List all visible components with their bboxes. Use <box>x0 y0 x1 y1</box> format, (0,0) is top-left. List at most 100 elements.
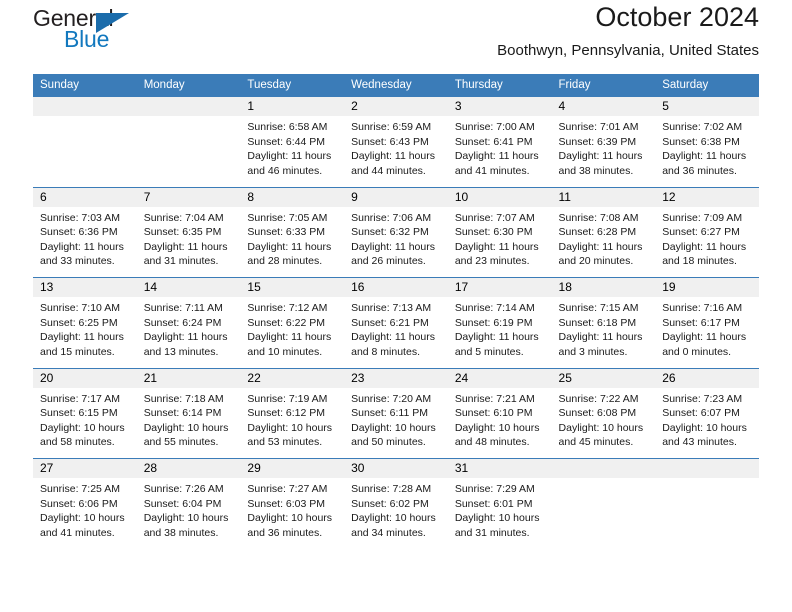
day-number[interactable]: 13 <box>33 277 137 297</box>
day-number[interactable]: 23 <box>344 368 448 388</box>
sunrise-text: Sunrise: 7:06 AM <box>351 211 432 224</box>
daylight-text: Daylight: 10 hours <box>40 512 125 524</box>
day-cell[interactable]: Sunrise: 7:17 AM Sunset: 6:15 PM Daylight:… <box>33 387 137 457</box>
calendar-week-details-row: Sunrise: 6:58 AM Sunset: 6:44 PM Daylight:… <box>33 116 759 185</box>
daylight-text: and 10 minutes. <box>247 345 323 358</box>
daylight-text: and 33 minutes. <box>40 255 115 267</box>
sunset-text: Sunset: 6:11 PM <box>351 407 428 419</box>
day-number[interactable]: 16 <box>344 277 448 297</box>
daylight-text: and 0 minutes. <box>662 345 732 358</box>
daylight-text: and 3 minutes. <box>558 345 628 358</box>
day-number[interactable]: 8 <box>240 187 345 207</box>
day-number[interactable]: 15 <box>240 277 345 297</box>
day-cell[interactable]: Sunrise: 7:19 AM Sunset: 6:12 PM Daylight:… <box>240 387 345 457</box>
sunrise-text: Sunrise: 7:29 AM <box>454 483 535 495</box>
sunset-text: Sunset: 6:12 PM <box>247 407 326 419</box>
day-cell[interactable]: Sunrise: 7:29 AM Sunset: 6:01 PM Daylight:… <box>447 478 552 547</box>
daylight-text: Daylight: 10 hours <box>247 421 333 434</box>
day-cell[interactable]: Sunrise: 7:23 AM Sunset: 6:07 PM Daylight:… <box>655 387 759 457</box>
day-number[interactable]: 31 <box>447 458 552 478</box>
day-cell[interactable]: Sunrise: 7:25 AM Sunset: 6:06 PM Daylight:… <box>33 478 137 547</box>
day-cell[interactable]: Sunrise: 7:26 AM Sunset: 6:04 PM Daylight:… <box>136 478 241 547</box>
calendar-page: General Blue October 2024 Boothwyn, Penn… <box>0 0 792 612</box>
weekday-header-friday: Friday <box>551 74 656 97</box>
sunrise-text: Sunrise: 7:12 AM <box>247 302 328 314</box>
day-number[interactable]: 3 <box>447 97 552 116</box>
sunrise-text: Sunrise: 7:14 AM <box>454 302 535 314</box>
daylight-text: Daylight: 10 hours <box>454 512 540 524</box>
sunset-text: Sunset: 6:08 PM <box>558 407 637 419</box>
daylight-text: Daylight: 11 hours <box>351 331 435 343</box>
day-number-empty <box>655 458 759 478</box>
day-cell[interactable]: Sunrise: 7:13 AM Sunset: 6:21 PM Daylight:… <box>344 297 448 366</box>
brand-logo[interactable]: General Blue <box>33 4 163 60</box>
day-number[interactable]: 20 <box>33 368 137 388</box>
day-cell[interactable]: Sunrise: 7:00 AM Sunset: 6:41 PM Daylight:… <box>447 116 552 185</box>
day-cell[interactable]: Sunrise: 7:18 AM Sunset: 6:14 PM Daylight:… <box>136 387 241 457</box>
day-cell[interactable]: Sunrise: 7:28 AM Sunset: 6:02 PM Daylight:… <box>344 478 448 547</box>
weekday-header-row: Sunday Monday Tuesday Wednesday Thursday… <box>33 74 759 97</box>
day-cell[interactable]: Sunrise: 7:16 AM Sunset: 6:17 PM Daylight:… <box>655 297 759 366</box>
day-number[interactable]: 24 <box>447 368 552 388</box>
day-cell[interactable]: Sunrise: 7:03 AM Sunset: 6:36 PM Daylight:… <box>33 206 137 276</box>
daylight-text: Daylight: 11 hours <box>40 331 124 343</box>
sunset-text: Sunset: 6:27 PM <box>662 226 740 238</box>
weekday-header-monday: Monday <box>136 74 241 97</box>
day-cell[interactable]: Sunrise: 7:02 AM Sunset: 6:38 PM Daylight:… <box>655 116 759 185</box>
day-cell[interactable]: Sunrise: 7:22 AM Sunset: 6:08 PM Daylight:… <box>551 387 656 457</box>
day-cell[interactable]: Sunrise: 7:08 AM Sunset: 6:28 PM Daylight:… <box>551 206 656 276</box>
day-cell[interactable]: Sunrise: 7:04 AM Sunset: 6:35 PM Daylight:… <box>136 206 241 276</box>
day-number[interactable]: 27 <box>33 458 137 478</box>
day-number[interactable]: 22 <box>240 368 345 388</box>
day-cell[interactable]: Sunrise: 7:21 AM Sunset: 6:10 PM Daylight:… <box>447 387 552 457</box>
day-number[interactable]: 7 <box>136 187 241 207</box>
day-cell[interactable]: Sunrise: 6:58 AM Sunset: 6:44 PM Daylight:… <box>240 116 345 185</box>
day-cell[interactable]: Sunrise: 7:06 AM Sunset: 6:32 PM Daylight:… <box>344 206 448 276</box>
daylight-text: Daylight: 11 hours <box>558 240 643 253</box>
sunset-text: Sunset: 6:15 PM <box>40 407 118 419</box>
day-cell[interactable]: Sunrise: 7:10 AM Sunset: 6:25 PM Daylight:… <box>33 297 137 366</box>
daylight-text: Daylight: 11 hours <box>558 150 643 162</box>
day-number[interactable]: 25 <box>551 368 656 388</box>
day-number[interactable]: 2 <box>344 97 448 116</box>
daylight-text: and 46 minutes. <box>247 164 323 177</box>
day-cell[interactable]: Sunrise: 7:20 AM Sunset: 6:11 PM Daylight:… <box>344 387 448 457</box>
day-cell[interactable]: Sunrise: 7:07 AM Sunset: 6:30 PM Daylight:… <box>447 206 552 276</box>
day-cell[interactable]: Sunrise: 7:09 AM Sunset: 6:27 PM Daylight:… <box>655 206 759 276</box>
daylight-text: and 44 minutes. <box>351 164 426 177</box>
day-number[interactable]: 17 <box>447 277 552 297</box>
daylight-text: Daylight: 10 hours <box>454 421 540 434</box>
daylight-text: Daylight: 11 hours <box>454 331 539 343</box>
daylight-text: and 34 minutes. <box>351 526 426 539</box>
sunrise-text: Sunrise: 6:58 AM <box>247 121 328 133</box>
day-number[interactable]: 12 <box>655 187 759 207</box>
day-number[interactable]: 29 <box>240 458 345 478</box>
day-number[interactable]: 18 <box>551 277 656 297</box>
day-cell[interactable]: Sunrise: 6:59 AM Sunset: 6:43 PM Daylight:… <box>344 116 448 185</box>
day-number[interactable]: 28 <box>136 458 241 478</box>
day-cell[interactable]: Sunrise: 7:12 AM Sunset: 6:22 PM Daylight:… <box>240 297 345 366</box>
day-number[interactable]: 14 <box>136 277 241 297</box>
sunset-text: Sunset: 6:41 PM <box>454 135 533 148</box>
sunset-text: Sunset: 6:19 PM <box>454 316 533 329</box>
day-cell[interactable]: Sunrise: 7:15 AM Sunset: 6:18 PM Daylight:… <box>551 297 656 366</box>
day-number[interactable]: 30 <box>344 458 448 478</box>
sunrise-text: Sunrise: 7:02 AM <box>662 121 743 133</box>
day-cell[interactable]: Sunrise: 7:27 AM Sunset: 6:03 PM Daylight:… <box>240 478 345 547</box>
day-cell[interactable]: Sunrise: 7:14 AM Sunset: 6:19 PM Daylight:… <box>447 297 552 366</box>
daylight-text: Daylight: 10 hours <box>351 512 436 524</box>
day-number[interactable]: 26 <box>655 368 759 388</box>
day-number[interactable]: 21 <box>136 368 241 388</box>
daylight-text: Daylight: 11 hours <box>40 240 124 253</box>
day-number[interactable]: 11 <box>551 187 656 207</box>
day-cell[interactable]: Sunrise: 7:11 AM Sunset: 6:24 PM Daylight:… <box>136 297 241 366</box>
day-number[interactable]: 4 <box>551 97 656 116</box>
day-cell[interactable]: Sunrise: 7:01 AM Sunset: 6:39 PM Daylight:… <box>551 116 656 185</box>
day-number[interactable]: 10 <box>447 187 552 207</box>
day-number[interactable]: 5 <box>655 97 759 116</box>
day-number[interactable]: 9 <box>344 187 448 207</box>
day-number[interactable]: 19 <box>655 277 759 297</box>
day-number[interactable]: 6 <box>33 187 137 207</box>
day-cell[interactable]: Sunrise: 7:05 AM Sunset: 6:33 PM Daylight:… <box>240 206 345 276</box>
day-number[interactable]: 1 <box>240 97 345 116</box>
